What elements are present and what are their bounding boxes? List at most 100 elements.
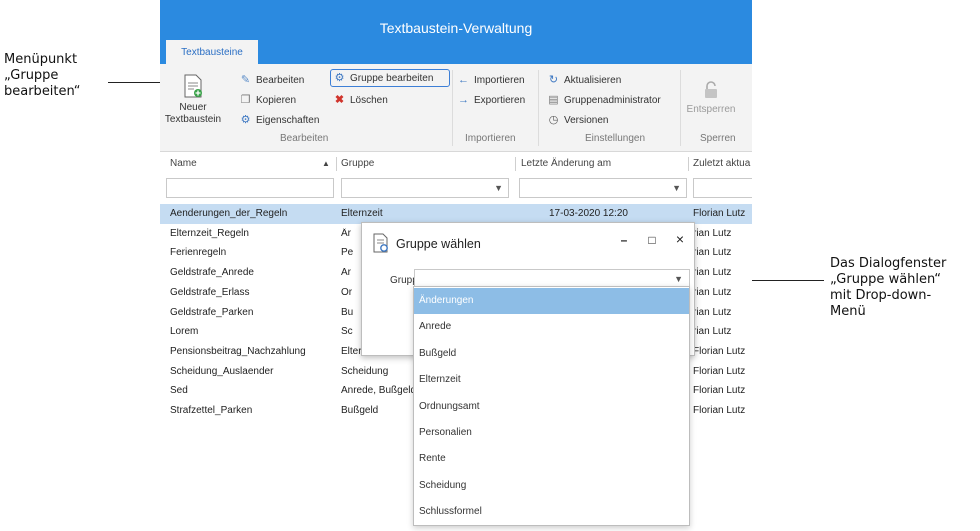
edit-button[interactable]: ✎ Bearbeiten: [240, 74, 305, 87]
refresh-button[interactable]: ↻ Aktualisieren: [548, 74, 622, 87]
column-header-last-changed[interactable]: Letzte Änderung am: [521, 158, 611, 169]
table-cell: rian Lutz: [693, 286, 732, 298]
edit-label: Bearbeiten: [256, 75, 305, 86]
column-header-last-updated-by[interactable]: Zuletzt aktua: [693, 158, 750, 169]
table-cell: Elternzeit: [341, 208, 383, 219]
new-snippet-label-1: Neuer: [179, 102, 207, 113]
export-button[interactable]: → Exportieren: [458, 94, 526, 107]
clock-icon: ◷: [548, 114, 559, 126]
table-cell: Florian Lutz: [693, 365, 746, 377]
unlock-label: Entsperren: [686, 104, 736, 115]
dropdown-option[interactable]: Scheidung: [414, 473, 689, 499]
copy-button[interactable]: ❐ Kopieren: [240, 94, 297, 107]
edit-group-label: Gruppe bearbeiten: [350, 73, 434, 84]
ribbon: Neuer Textbaustein ✎ Bearbeiten ❐ Kopier…: [160, 64, 752, 152]
refresh-icon: ↻: [548, 74, 559, 86]
column-header-name[interactable]: Name: [170, 158, 197, 169]
close-button[interactable]: ×: [672, 231, 688, 247]
new-document-icon: [184, 74, 202, 98]
document-settings-icon: [373, 233, 388, 253]
export-label: Exportieren: [474, 95, 526, 106]
tab-textbausteine[interactable]: Textbausteine: [166, 40, 258, 64]
table-cell: Strafzettel_Parken: [170, 405, 253, 416]
refresh-label: Aktualisieren: [564, 75, 622, 86]
import-label: Importieren: [474, 75, 525, 86]
table-cell: Florian Lutz: [693, 208, 746, 219]
table-cell: Florian Lutz: [693, 345, 746, 357]
chevron-down-icon: ▼: [672, 183, 681, 193]
table-cell: Florian Lutz: [693, 385, 746, 397]
table-cell: rian Lutz: [693, 267, 732, 279]
column-header-group[interactable]: Gruppe: [341, 158, 374, 169]
annotation-edit-group-menu: Menüpunkt „Gruppe bearbeiten“: [4, 52, 81, 99]
table-cell: Ferienregeln: [170, 247, 227, 259]
column-separator: [515, 157, 516, 171]
column-separator: [336, 157, 337, 171]
group-label-edit: Bearbeiten: [280, 133, 329, 144]
versions-label: Versionen: [564, 115, 609, 126]
dropdown-option[interactable]: Ordnungsamt: [414, 394, 689, 420]
delete-button[interactable]: ✖ Löschen: [334, 95, 388, 107]
table-cell: rian Lutz: [693, 306, 732, 318]
edit-group-button[interactable]: ⚙ Gruppe bearbeiten: [334, 72, 434, 85]
maximize-button[interactable]: □: [644, 233, 660, 247]
table-cell: rian Lutz: [693, 227, 732, 239]
import-button[interactable]: ← Importieren: [458, 74, 525, 87]
window-title: Textbaustein-Verwaltung: [379, 20, 533, 36]
table-cell: Geldstrafe_Erlass: [170, 286, 250, 298]
properties-button[interactable]: ⚙ Eigenschaften: [240, 114, 320, 127]
table-cell: Pensionsbeitrag_Nachzahlung: [170, 345, 306, 357]
new-snippet-button[interactable]: Neuer Textbaustein: [164, 74, 222, 126]
table-cell: 17-03-2020 12:20: [549, 208, 628, 219]
group-dropdown-list: Änderungen Anrede Bußgeld Elternzeit Ordnung…: [413, 286, 690, 526]
table-cell: rian Lutz: [693, 247, 732, 259]
group-label-lock: Sperren: [700, 133, 736, 144]
app-window: Textbaustein-Verwaltung Textbausteine Ne…: [160, 0, 752, 531]
filter-last-changed[interactable]: ▼: [519, 178, 687, 198]
edit-icon: ✎: [240, 74, 251, 86]
copy-icon: ❐: [240, 94, 251, 106]
filter-group[interactable]: ▼: [341, 178, 509, 198]
delete-label: Löschen: [350, 95, 388, 106]
chevron-down-icon: ▼: [494, 183, 503, 193]
new-snippet-label-2: Textbaustein: [164, 114, 222, 125]
chevron-down-icon: ▼: [674, 274, 683, 284]
dialog-title: Gruppe wählen: [396, 237, 481, 251]
unlock-button[interactable]: Entsperren: [686, 80, 736, 116]
dropdown-option[interactable]: Schlussformel: [414, 499, 689, 525]
group-label-settings: Einstellungen: [585, 133, 646, 144]
ribbon-separator: [452, 70, 453, 146]
gear-icon: ⚙: [334, 72, 345, 84]
group-admin-button[interactable]: ▤ Gruppenadministrator: [548, 94, 661, 107]
filter-name[interactable]: [166, 178, 334, 198]
dropdown-option[interactable]: Änderungen: [414, 288, 689, 314]
column-separator: [688, 157, 689, 171]
annotation-group-dialog: Das Dialogfenster „Gruppe wählen“ mit Dr…: [830, 256, 947, 319]
dropdown-option[interactable]: Personalien: [414, 420, 689, 446]
table-cell: Geldstrafe_Anrede: [170, 267, 254, 279]
group-admin-label: Gruppenadministrator: [564, 95, 661, 106]
admin-document-icon: ▤: [548, 94, 559, 106]
properties-label: Eigenschaften: [256, 115, 320, 126]
table-cell: Geldstrafe_Parken: [170, 306, 254, 318]
filter-last-updated-by[interactable]: [693, 178, 752, 198]
gear-icon: ⚙: [240, 114, 251, 126]
versions-button[interactable]: ◷ Versionen: [548, 114, 609, 127]
copy-label: Kopieren: [256, 95, 297, 106]
group-label-import: Importieren: [465, 133, 516, 144]
dropdown-option[interactable]: Bußgeld: [414, 341, 689, 367]
dropdown-option[interactable]: Rente: [414, 446, 689, 472]
arrow-right-icon: →: [458, 94, 469, 106]
table-cell: Aenderungen_der_Regeln: [170, 208, 288, 219]
table-cell: rian Lutz: [693, 326, 732, 338]
dropdown-option[interactable]: Elternzeit: [414, 367, 689, 393]
sort-ascending-icon: ▲: [322, 159, 330, 168]
dropdown-option[interactable]: Anrede: [414, 314, 689, 340]
table-cell: Elternzeit_Regeln: [170, 227, 249, 239]
table-cell: Sed: [170, 385, 188, 397]
table-row[interactable]: Aenderungen_der_Regeln Elternzeit 17-03-20…: [160, 204, 752, 224]
ribbon-separator: [680, 70, 681, 146]
minimize-button[interactable]: –: [616, 233, 632, 247]
arrow-left-icon: ←: [458, 74, 469, 86]
table-cell: Florian Lutz: [693, 405, 746, 416]
